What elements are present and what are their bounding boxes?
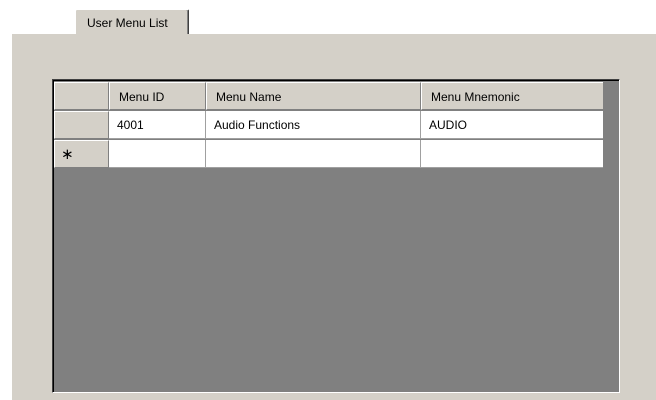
tab-label: User Menu List — [87, 16, 168, 30]
table-row: 4001 Audio Functions AUDIO — [54, 111, 604, 139]
grid-scroll-rail — [603, 82, 618, 169]
header-row-selector[interactable] — [54, 82, 109, 110]
column-header-menu-mnemonic[interactable]: Menu Mnemonic — [421, 82, 604, 110]
cell-menu-name[interactable]: Audio Functions — [206, 111, 421, 139]
cell-menu-id[interactable]: 4001 — [109, 111, 206, 139]
new-row-asterisk-icon: ∗ — [61, 145, 74, 163]
tab-user-menu-list[interactable]: User Menu List — [75, 9, 189, 34]
row-selector[interactable] — [54, 111, 109, 139]
new-row: ∗ — [54, 140, 604, 168]
column-header-menu-id[interactable]: Menu ID — [109, 82, 206, 110]
new-row-selector[interactable]: ∗ — [54, 140, 109, 168]
grid-header-row: Menu ID Menu Name Menu Mnemonic — [54, 82, 604, 110]
new-cell-menu-id[interactable] — [109, 140, 206, 168]
column-header-menu-name[interactable]: Menu Name — [206, 82, 421, 110]
menu-data-grid: Menu ID Menu Name Menu Mnemonic 4001 Aud… — [52, 79, 620, 393]
new-cell-menu-name[interactable] — [206, 140, 421, 168]
cell-menu-mnemonic[interactable]: AUDIO — [421, 111, 604, 139]
new-cell-menu-mnemonic[interactable] — [421, 140, 604, 168]
